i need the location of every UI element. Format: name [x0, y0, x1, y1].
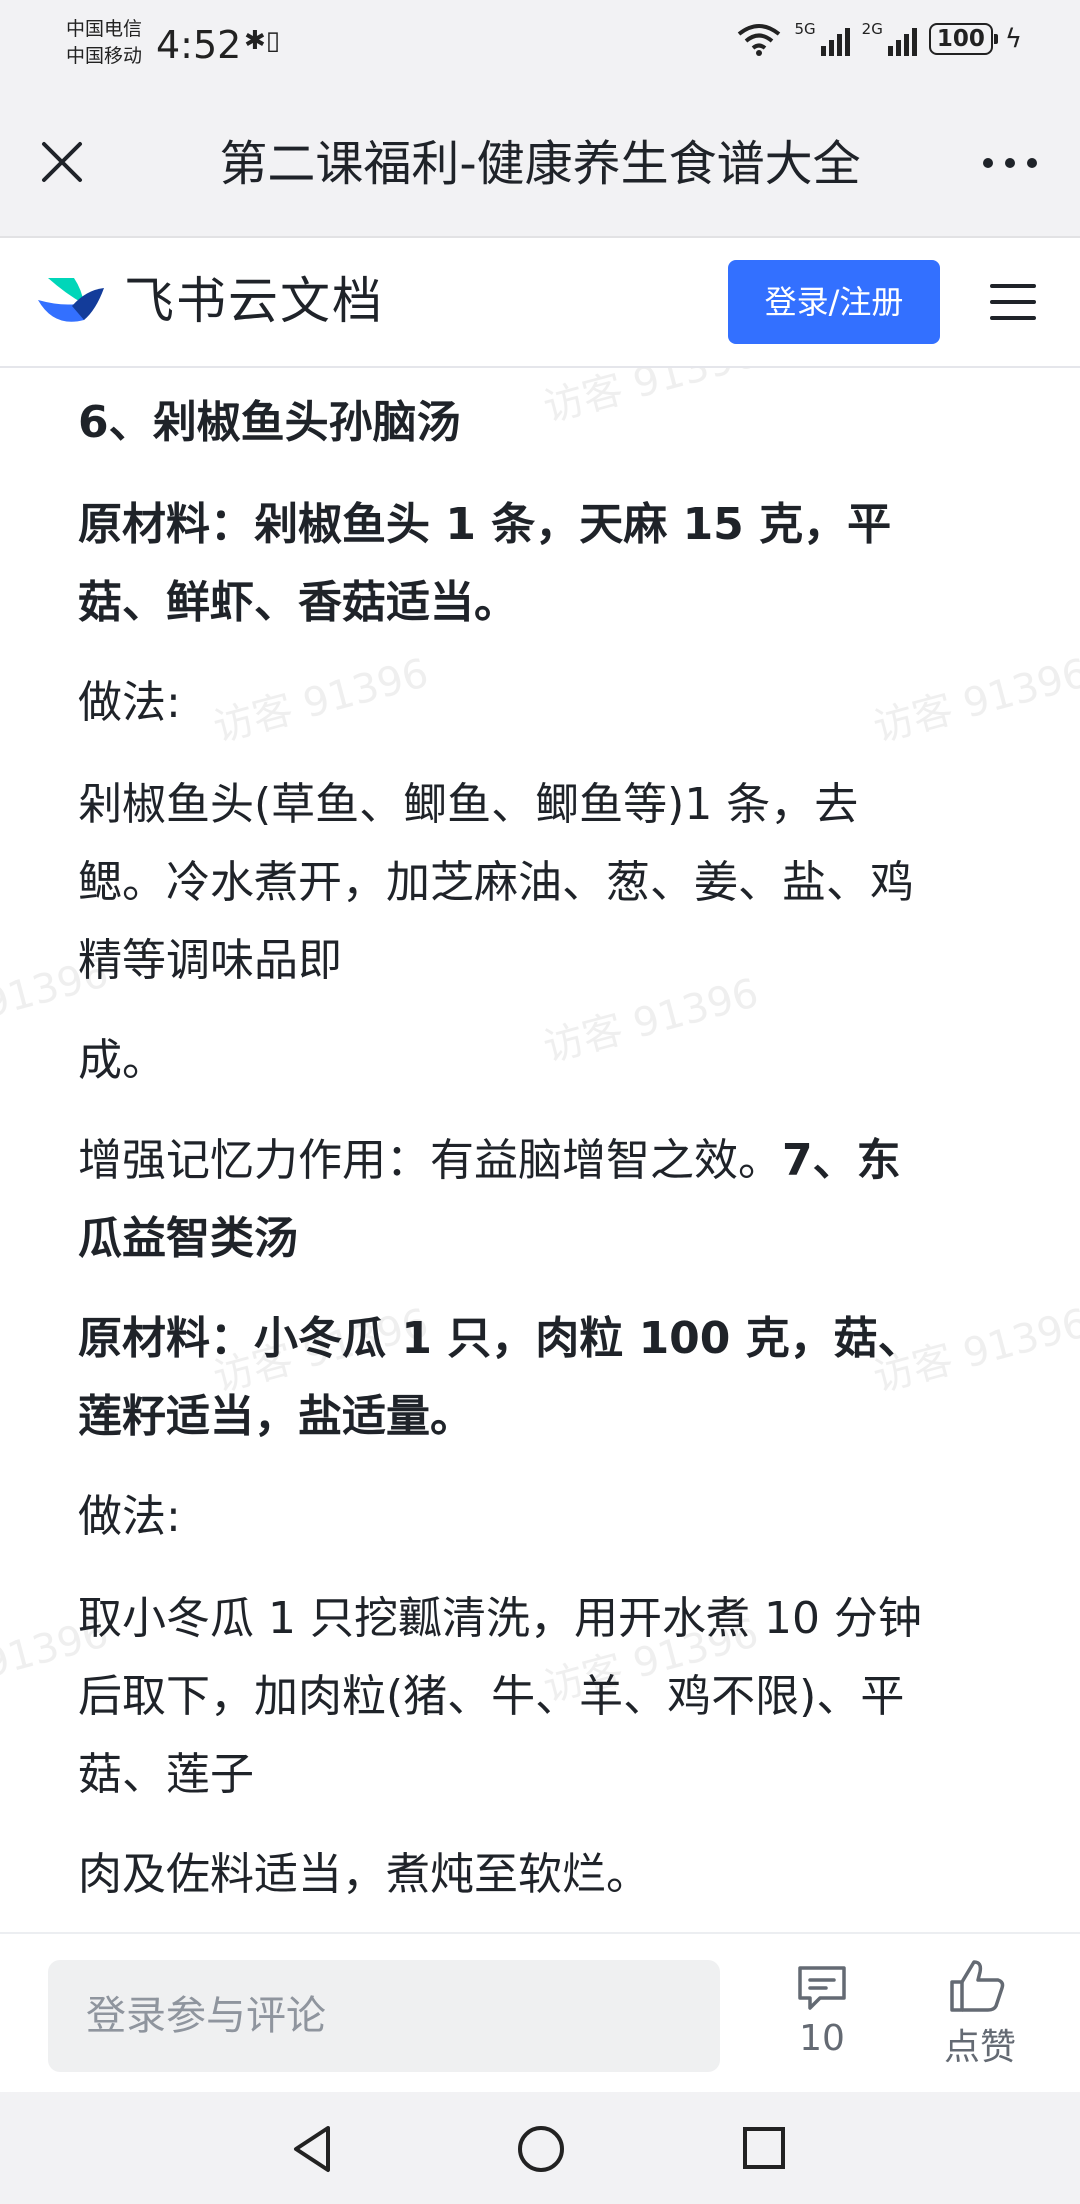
- system-icons: 5G 2G 100 ϟ: [736, 22, 1022, 56]
- ingredients-line: 莲籽适当，盐适量。: [78, 1391, 474, 1442]
- wifi-icon: [738, 24, 781, 56]
- more-icon[interactable]: [980, 148, 1040, 178]
- recipe-heading: 6、剁椒鱼头孙脑汤: [78, 397, 461, 448]
- ingredients-line: 菇、鲜虾、香菇适当。: [78, 577, 518, 628]
- carrier-1: 中国电信: [66, 18, 143, 40]
- comment-count[interactable]: 10: [780, 2018, 864, 2059]
- back-icon[interactable]: [290, 2124, 334, 2174]
- effect-paragraph: 增强记忆力作用：有益脑增智之效。7、东: [78, 1122, 1008, 1200]
- method-label: 做法:: [78, 1491, 181, 1542]
- carrier-labels: 中国电信 中国移动: [66, 16, 142, 70]
- recipe-heading: 7、东: [782, 1135, 901, 1186]
- page-title: 第二课福利-健康养生食谱大全: [219, 136, 861, 192]
- bluetooth-icon: ✱▯: [244, 26, 281, 56]
- method-label: 做法:: [78, 677, 181, 728]
- method-line: 鳃。冷水煮开，加芝麻油、葱、姜、盐、鸡: [78, 857, 914, 908]
- effect-text: 增强记忆力作用：有益脑增智之效。: [78, 1135, 782, 1186]
- brand-name: 飞书云文档: [124, 272, 384, 330]
- menu-icon[interactable]: [990, 280, 1036, 324]
- document-content[interactable]: 访客 91396 访客 91396 访客 91396 访客 91396 访客 9…: [0, 368, 1080, 1932]
- comment-bar: 登录参与评论 10 点赞: [0, 1932, 1080, 2094]
- navigation-bar: [0, 2092, 1080, 2204]
- comment-input[interactable]: 登录参与评论: [48, 1960, 720, 2072]
- status-bar: 中国电信 中国移动 4:52 ✱▯ 5G 2G 100 ϟ: [0, 0, 1080, 92]
- battery-icon: 100: [928, 23, 998, 55]
- title-bar: 第二课福利-健康养生食谱大全: [0, 92, 1080, 238]
- method-line: 菇、莲子: [78, 1749, 254, 1800]
- recipe-heading: 瓜益智类汤: [78, 1213, 298, 1264]
- comment-icon[interactable]: [796, 1964, 848, 2012]
- login-register-button[interactable]: 登录/注册: [728, 260, 940, 344]
- thumbs-up-icon[interactable]: [948, 1958, 1006, 2014]
- method-line: 成。: [78, 1035, 166, 1086]
- method-line: 剁椒鱼头(草鱼、鲫鱼、鲫鱼等)1 条，去: [78, 779, 859, 830]
- clock: 4:52: [156, 23, 242, 67]
- method-line: 精等调味品即: [78, 935, 342, 986]
- signal-2g-icon: 2G: [862, 22, 917, 56]
- ingredients-line: 原材料：剁椒鱼头 1 条，天麻 15 克，平: [78, 499, 892, 550]
- signal-5g-icon: 5G: [794, 22, 850, 56]
- app-header: 飞书云文档 登录/注册: [0, 238, 1080, 368]
- carrier-2: 中国移动: [66, 45, 143, 67]
- method-line: 取小冬瓜 1 只挖瓤清洗，用开水煮 10 分钟: [78, 1593, 922, 1644]
- home-icon[interactable]: [516, 2124, 566, 2174]
- charging-icon: ϟ: [1004, 24, 1022, 54]
- like-label[interactable]: 点赞: [930, 2018, 1030, 2070]
- ingredients-line: 原材料：小冬瓜 1 只，肉粒 100 克，菇、: [78, 1313, 922, 1364]
- method-line: 肉及佐料适当，煮炖至软烂。: [78, 1849, 650, 1900]
- method-line: 后取下，加肉粒(猪、牛、羊、鸡不限)、平: [78, 1671, 905, 1722]
- feishu-logo-icon: [38, 278, 104, 322]
- recent-apps-icon[interactable]: [742, 2126, 786, 2170]
